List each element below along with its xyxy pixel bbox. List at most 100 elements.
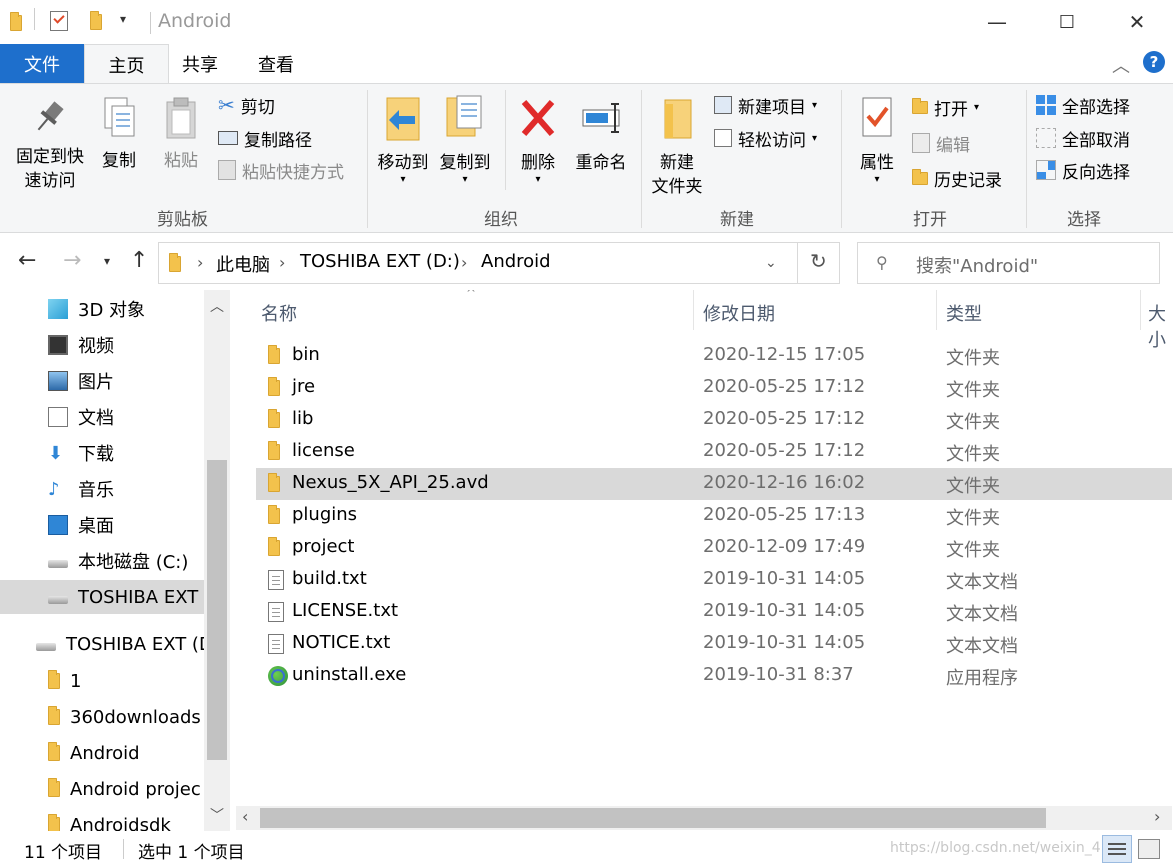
easy-access-button[interactable]: 轻松访问 ▾: [714, 125, 817, 151]
video-icon: [48, 335, 68, 355]
file-row[interactable]: Nexus_5X_API_25.avd 2020-12-16 16:02 文件夹: [256, 468, 1172, 500]
qat-dropdown-icon[interactable]: ▾: [120, 12, 126, 26]
nav-item[interactable]: ⬇ 下载: [0, 436, 204, 470]
column-header-type[interactable]: 类型: [946, 300, 982, 326]
column-header-name[interactable]: 名称: [261, 300, 297, 326]
nav-item-label: 下载: [78, 444, 114, 465]
open-folder-icon: [912, 97, 928, 114]
copy-button[interactable]: 复制: [94, 96, 144, 173]
scroll-thumb[interactable]: [207, 460, 227, 760]
scroll-up-icon[interactable]: ︿: [210, 296, 224, 316]
address-dropdown-icon[interactable]: ⌄: [765, 255, 777, 271]
history-button[interactable]: 历史记录: [912, 165, 1002, 191]
file-row[interactable]: lib 2020-05-25 17:12 文件夹: [256, 404, 1172, 436]
open-button[interactable]: 打开 ▾: [912, 94, 979, 120]
address-bar[interactable]: › 此电脑 › TOSHIBA EXT (D:) › Android ⌄ ↻: [158, 242, 840, 284]
file-row[interactable]: jre 2020-05-25 17:12 文件夹: [256, 372, 1172, 404]
minimize-button[interactable]: —: [962, 0, 1032, 44]
file-row[interactable]: bin 2020-12-15 17:05 文件夹: [256, 340, 1172, 372]
help-icon[interactable]: ?: [1143, 51, 1165, 73]
nav-item[interactable]: 视频: [0, 328, 204, 362]
collapse-ribbon-icon[interactable]: ︿: [1112, 52, 1130, 78]
nav-item[interactable]: 文档: [0, 400, 204, 434]
pin-quick-access-button[interactable]: 固定到快 速访问: [8, 98, 92, 193]
nav-item[interactable]: Android projec: [0, 772, 204, 806]
cut-button[interactable]: ✂ 剪切: [218, 92, 275, 118]
new-folder-button[interactable]: 新建 文件夹: [647, 94, 707, 199]
select-all-button[interactable]: 全部选择: [1036, 92, 1130, 118]
file-row[interactable]: build.txt 2019-10-31 14:05 文本文档: [256, 564, 1172, 596]
nav-item[interactable]: Androidsdk: [0, 808, 204, 831]
paste-button[interactable]: 粘贴: [156, 96, 206, 173]
maximize-button[interactable]: ☐: [1032, 0, 1102, 44]
copy-to-button[interactable]: 复制到 ▾: [436, 94, 494, 185]
breadcrumb-this-pc[interactable]: 此电脑: [216, 251, 270, 277]
back-button[interactable]: ←: [18, 248, 36, 273]
scroll-thumb[interactable]: [260, 808, 1046, 828]
file-row[interactable]: license 2020-05-25 17:12 文件夹: [256, 436, 1172, 468]
breadcrumb-android[interactable]: Android: [481, 251, 551, 272]
properties-qat-icon[interactable]: [50, 11, 68, 31]
move-to-icon: [386, 97, 420, 141]
new-folder-qat-icon[interactable]: [90, 11, 102, 30]
nav-item-label: 1: [70, 670, 82, 692]
paste-shortcut-button[interactable]: 粘贴快捷方式: [218, 157, 344, 183]
large-icons-view-button[interactable]: [1138, 839, 1160, 859]
nav-item-label: Android: [70, 742, 140, 764]
up-button[interactable]: ↑: [130, 248, 148, 273]
scroll-down-icon[interactable]: ﹀: [210, 805, 224, 825]
details-view-button[interactable]: [1102, 835, 1132, 863]
tab-file[interactable]: 文件: [0, 44, 84, 84]
select-none-icon: [1036, 128, 1056, 148]
edit-button[interactable]: 编辑: [912, 130, 970, 156]
horizontal-scrollbar[interactable]: ‹ ›: [236, 806, 1172, 830]
tab-view[interactable]: 查看: [245, 44, 307, 84]
nav-item[interactable]: 本地磁盘 (C:): [0, 544, 204, 578]
file-row[interactable]: project 2020-12-09 17:49 文件夹: [256, 532, 1172, 564]
copy-to-label: 复制到: [439, 153, 491, 173]
pin-label-1: 固定到快: [16, 147, 84, 167]
refresh-icon[interactable]: ↻: [810, 249, 827, 273]
properties-button[interactable]: 属性 ▾: [849, 94, 905, 185]
folder-icon: [48, 670, 60, 689]
file-type: 文本文档: [946, 604, 1018, 625]
tab-home[interactable]: 主页: [84, 44, 169, 84]
close-button[interactable]: ✕: [1102, 0, 1172, 44]
nav-item[interactable]: TOSHIBA EXT (: [0, 580, 204, 614]
delete-button[interactable]: 删除 ▾: [512, 94, 564, 185]
forward-button[interactable]: →: [63, 248, 81, 273]
tab-share[interactable]: 共享: [169, 44, 231, 84]
copy-path-button[interactable]: 复制路径: [218, 125, 312, 151]
nav-item[interactable]: ♪ 音乐: [0, 472, 204, 506]
breadcrumb-drive[interactable]: TOSHIBA EXT (D:): [300, 251, 460, 272]
search-box[interactable]: ⚲ 搜索"Android": [857, 242, 1160, 284]
nav-item[interactable]: Android: [0, 736, 204, 770]
selection-count: 选中 1 个项目: [138, 843, 245, 863]
new-item-button[interactable]: 新建项目 ▾: [714, 92, 817, 118]
column-header-date[interactable]: 修改日期: [703, 300, 775, 326]
move-to-button[interactable]: 移动到 ▾: [374, 94, 432, 185]
nav-scrollbar[interactable]: ︿ ﹀: [204, 290, 230, 831]
nav-item[interactable]: 图片: [0, 364, 204, 398]
file-row[interactable]: uninstall.exe 2019-10-31 8:37 应用程序: [256, 660, 1172, 692]
nav-item-label: 音乐: [78, 480, 114, 501]
scroll-right-icon[interactable]: ›: [1154, 807, 1160, 826]
select-none-button[interactable]: 全部取消: [1036, 125, 1130, 151]
file-row[interactable]: LICENSE.txt 2019-10-31 14:05 文本文档: [256, 596, 1172, 628]
rename-button[interactable]: 重命名: [570, 94, 632, 175]
recent-locations-button[interactable]: ▾: [104, 254, 110, 268]
history-label: 历史记录: [934, 170, 1002, 191]
file-row[interactable]: NOTICE.txt 2019-10-31 14:05 文本文档: [256, 628, 1172, 660]
nav-item[interactable]: 360downloads: [0, 700, 204, 734]
file-row[interactable]: plugins 2020-05-25 17:13 文件夹: [256, 500, 1172, 532]
nav-item[interactable]: 1: [0, 664, 204, 698]
nav-item[interactable]: TOSHIBA EXT (D: [0, 627, 204, 661]
invert-selection-button[interactable]: 反向选择: [1036, 157, 1130, 183]
maximize-icon: ☐: [1058, 11, 1076, 33]
nav-item[interactable]: 3D 对象: [0, 292, 204, 326]
music-icon: ♪: [48, 479, 60, 500]
divider: [841, 90, 842, 228]
scroll-left-icon[interactable]: ‹: [242, 807, 248, 826]
nav-item[interactable]: 桌面: [0, 508, 204, 542]
properties-label: 属性: [860, 153, 894, 173]
